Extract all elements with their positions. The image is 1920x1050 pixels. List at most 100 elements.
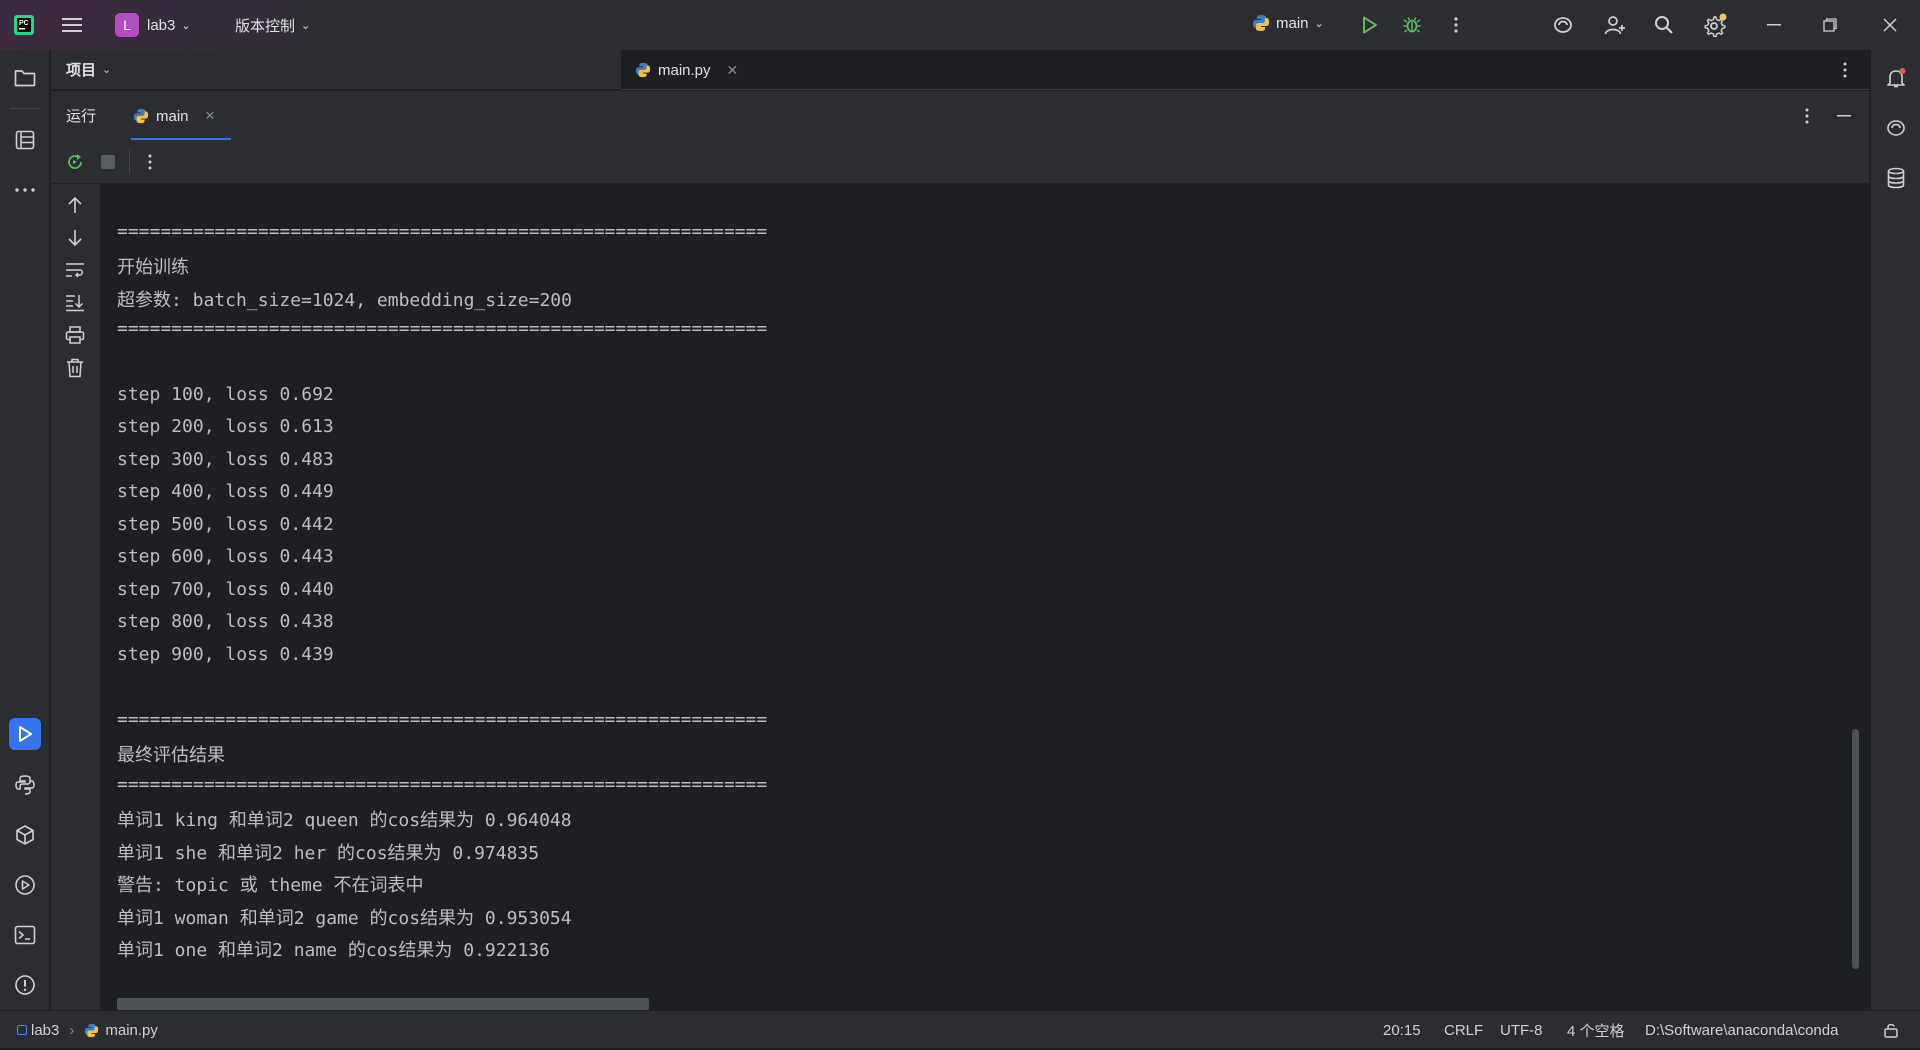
python-packages-icon[interactable] [9,819,41,851]
console-line: 单词1 woman 和单词2 game 的cos结果为 0.953054 [117,908,572,929]
console-output[interactable]: ========================================… [101,184,1869,1010]
console-line: step 100, loss 0.692 [117,384,334,405]
editor-tab-main-py[interactable]: main.py ✕ [635,50,738,90]
problems-icon[interactable] [9,969,41,1001]
svg-text:PC: PC [19,20,29,27]
minimize-window-icon[interactable] [1762,13,1786,37]
file-encoding[interactable]: UTF-8 [1500,1011,1543,1049]
python-interpreter[interactable]: D:\Software\anaconda\conda [1645,1011,1838,1049]
python-console-icon[interactable] [9,769,41,801]
breadcrumb-file[interactable]: main.py [105,1022,158,1039]
python-file-icon [635,62,651,78]
main-menu-icon[interactable] [60,13,84,37]
console-line: step 500, loss 0.442 [117,514,334,535]
chevron-down-icon: ⌄ [181,19,191,32]
editor-more-icon[interactable] [1843,62,1847,78]
add-user-icon[interactable] [1602,13,1628,37]
project-badge: L [115,13,139,37]
run-tool-icon[interactable] [9,718,41,750]
line-ending[interactable]: CRLF [1444,1011,1483,1049]
run-config-name: main [1276,14,1309,32]
clear-all-trash-icon[interactable] [66,358,84,378]
editor-tab-bar: main.py ✕ [621,50,1869,90]
run-panel-header: 运行 main ✕ [51,90,1869,141]
scroll-down-arrow-icon[interactable] [67,229,83,247]
more-actions-icon[interactable] [148,154,152,170]
ai-chat-icon[interactable] [1880,112,1912,144]
console-line: step 200, loss 0.613 [117,416,334,437]
status-bar: lab3 › main.py 20:15 CRLF UTF-8 4 个空格 D:… [0,1010,1920,1048]
scroll-to-end-icon[interactable] [65,294,85,312]
close-tab-icon[interactable]: ✕ [727,62,739,79]
rerun-icon[interactable] [65,152,85,172]
hide-panel-icon[interactable] [1837,115,1851,117]
indent-setting[interactable]: 4 个空格 [1567,1011,1625,1049]
console-line: step 600, loss 0.443 [117,546,334,567]
chevron-down-icon[interactable]: ⌄ [102,63,111,76]
pycharm-logo-icon[interactable]: PC [12,13,36,37]
run-tab-main[interactable]: main ✕ [131,91,231,141]
console-line: step 800, loss 0.438 [117,611,334,632]
structure-icon[interactable] [9,124,41,156]
console-line: step 700, loss 0.440 [117,579,334,600]
run-play-icon[interactable] [1358,13,1382,37]
search-icon[interactable] [1652,13,1676,37]
right-tool-bar [1870,50,1920,1010]
python-file-icon [84,1023,99,1038]
console-gutter [51,184,101,1010]
editor-tab-label: main.py [658,61,711,79]
console-line: step 400, loss 0.449 [117,481,334,502]
more-actions-icon[interactable] [1444,13,1468,37]
more-tools-icon[interactable] [9,174,41,206]
breadcrumb: lab3 › main.py [17,1011,158,1049]
database-icon[interactable] [1880,162,1912,194]
debug-bug-icon[interactable] [1400,13,1424,37]
project-panel-title[interactable]: 项目 [66,59,96,80]
soft-wrap-icon[interactable] [65,262,85,278]
run-config-selector[interactable]: main ⌄ [1252,14,1324,32]
toolbar-divider [129,150,130,174]
console-line: 超参数: batch_size=1024, embedding_size=200 [117,290,572,311]
chevron-right-icon: › [69,1021,75,1039]
close-window-icon[interactable] [1878,13,1902,37]
run-panel-options-icon[interactable] [1805,108,1809,124]
restore-window-icon[interactable] [1818,13,1842,37]
console-line: 单词1 she 和单词2 her 的cos结果为 0.974835 [117,843,540,864]
ai-assistant-icon[interactable] [1550,13,1576,37]
vcs-label: 版本控制 [235,18,296,35]
console-line: step 900, loss 0.439 [117,644,334,665]
run-tab-label: main [156,107,189,125]
services-icon[interactable] [9,869,41,901]
run-panel-title: 运行 [66,108,97,125]
chevron-down-icon: ⌄ [301,20,311,32]
console-line: 开始训练 [117,257,189,278]
vcs-menu[interactable]: 版本控制 ⌄ [235,15,310,36]
left-tool-bar [0,50,50,1045]
print-icon[interactable] [65,326,85,344]
toolbar-divider [10,108,40,109]
console-line: 单词1 king 和单词2 queen 的cos结果为 0.964048 [117,810,572,831]
project-name: lab3 [147,16,176,34]
scroll-up-arrow-icon[interactable] [67,196,83,214]
python-icon [1252,14,1270,32]
module-icon [17,1025,27,1035]
console-line: step 300, loss 0.483 [117,449,334,470]
project-switcher[interactable]: L lab3 ⌄ [115,13,191,37]
notifications-bell-icon[interactable] [1880,62,1912,94]
settings-gear-icon[interactable] [1701,11,1729,39]
console-line: 最终评估结果 [117,745,225,766]
stop-icon[interactable] [101,155,115,169]
vertical-scrollbar[interactable] [1852,729,1859,969]
close-tab-icon[interactable]: ✕ [205,108,216,124]
caret-position[interactable]: 20:15 [1383,1011,1421,1049]
terminal-icon[interactable] [9,919,41,951]
lock-icon[interactable] [1883,1011,1899,1049]
breadcrumb-project[interactable]: lab3 [31,1022,59,1039]
console-line: ========================================… [117,221,768,242]
console-line: ========================================… [117,318,768,339]
console-line: ========================================… [117,774,768,795]
horizontal-scrollbar[interactable] [117,998,649,1010]
project-folder-icon[interactable] [9,62,41,94]
run-toolbar [51,140,1869,184]
chevron-down-icon: ⌄ [1314,17,1324,30]
